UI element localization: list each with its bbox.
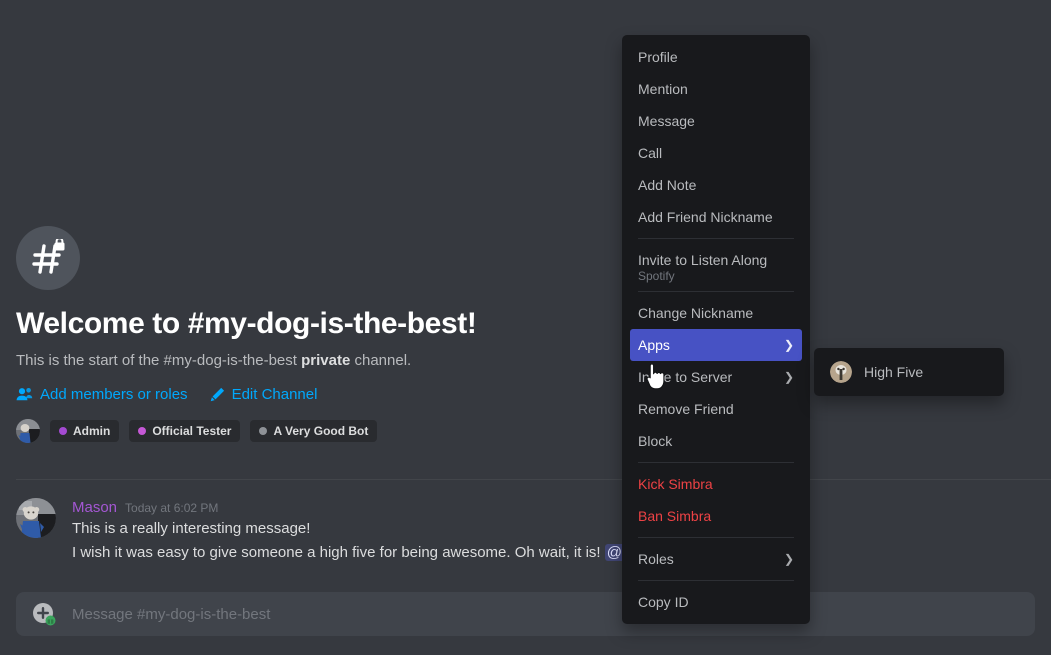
channel-intro-text: This is the start of the #my-dog-is-the-… xyxy=(16,351,636,371)
menu-item-message[interactable]: Message xyxy=(630,105,802,137)
channel-actions: Add members or roles Edit Channel xyxy=(16,386,636,403)
chevron-right-icon: ❯ xyxy=(783,552,794,566)
chevron-right-icon: ❯ xyxy=(783,338,794,352)
user-context-menu: Profile Mention Message Call Add Note Ad… xyxy=(622,35,810,624)
menu-item-change-nickname[interactable]: Change Nickname xyxy=(630,297,802,329)
message-body: Mason Today at 6:02 PM This is a really … xyxy=(72,498,634,564)
menu-item-label: Profile xyxy=(638,49,678,65)
pencil-icon xyxy=(210,387,225,402)
menu-item-label: Ban Simbra xyxy=(638,508,712,524)
menu-item-label: Block xyxy=(638,433,673,449)
menu-item-label: Invite to Listen Along xyxy=(638,251,768,268)
menu-separator xyxy=(638,537,794,538)
role-pill-admin[interactable]: Admin xyxy=(50,420,120,442)
message-item: Mason Today at 6:02 PM This is a really … xyxy=(16,498,656,564)
edit-channel-label: Edit Channel xyxy=(231,386,318,403)
add-members-label: Add members or roles xyxy=(40,386,188,403)
role-dot-icon xyxy=(138,427,147,435)
menu-item-label: Add Friend Nickname xyxy=(638,209,773,225)
add-members-icon xyxy=(16,386,33,403)
menu-item-label: Apps xyxy=(638,337,670,353)
menu-item-label: Change Nickname xyxy=(638,305,754,321)
role-label: Admin xyxy=(73,424,111,438)
role-label: Official Tester xyxy=(152,424,232,438)
menu-item-label: Kick Simbra xyxy=(638,476,713,492)
message-input-placeholder[interactable]: Message #my-dog-is-the-best xyxy=(72,606,270,623)
menu-item-kick[interactable]: Kick Simbra xyxy=(630,468,802,500)
menu-item-label: Invite to Server xyxy=(638,369,733,385)
menu-separator xyxy=(638,238,794,239)
role-dot-icon xyxy=(259,427,268,435)
app-avatar-icon xyxy=(830,361,852,383)
menu-item-sublabel: Spotify xyxy=(638,268,675,283)
menu-item-label: Copy ID xyxy=(638,594,689,610)
menu-item-ban[interactable]: Ban Simbra xyxy=(630,500,802,532)
menu-item-roles[interactable]: Roles ❯ xyxy=(630,543,802,575)
message-line-2: I wish it was easy to give someone a hig… xyxy=(72,542,634,564)
roles-row: Admin Official Tester A Very Good Bot xyxy=(16,419,636,443)
menu-item-apps[interactable]: Apps ❯ xyxy=(630,329,802,361)
message-composer[interactable]: Message #my-dog-is-the-best xyxy=(16,592,1035,636)
menu-item-invite-to-listen-along[interactable]: Invite to Listen Along Spotify xyxy=(630,244,802,286)
menu-item-copy-id[interactable]: Copy ID xyxy=(630,586,802,618)
message-timestamp: Today at 6:02 PM xyxy=(125,501,219,515)
menu-item-label: Remove Friend xyxy=(638,401,734,417)
menu-item-label: Roles xyxy=(638,551,674,567)
channel-intro: Welcome to #my-dog-is-the-best! This is … xyxy=(16,226,636,443)
menu-separator xyxy=(638,580,794,581)
message-divider xyxy=(16,479,1051,480)
avatar[interactable] xyxy=(16,498,56,538)
submenu-item-high-five[interactable]: High Five xyxy=(822,356,996,388)
edit-channel-button[interactable]: Edit Channel xyxy=(210,386,318,403)
intro-prefix: This is the start of the #my-dog-is-the-… xyxy=(16,352,302,369)
avatar[interactable] xyxy=(16,419,40,443)
discord-app-window: Welcome to #my-dog-is-the-best! This is … xyxy=(0,0,1051,655)
menu-item-label: Message xyxy=(638,113,695,129)
message-line-2-text: I wish it was easy to give someone a hig… xyxy=(72,544,605,561)
menu-item-profile[interactable]: Profile xyxy=(630,41,802,73)
hash-lock-icon xyxy=(16,226,80,290)
role-label: A Very Good Bot xyxy=(273,424,369,438)
menu-item-add-friend-nickname[interactable]: Add Friend Nickname xyxy=(630,201,802,233)
role-pill-official-tester[interactable]: Official Tester xyxy=(129,420,241,442)
menu-item-invite-to-server[interactable]: Invite to Server ❯ xyxy=(630,361,802,393)
menu-item-label: Add Note xyxy=(638,177,697,193)
menu-item-mention[interactable]: Mention xyxy=(630,73,802,105)
role-dot-icon xyxy=(59,427,67,435)
menu-item-block[interactable]: Block xyxy=(630,425,802,457)
menu-item-remove-friend[interactable]: Remove Friend xyxy=(630,393,802,425)
message-line-1: This is a really interesting message! xyxy=(72,520,311,537)
upload-plus-icon[interactable] xyxy=(32,602,56,626)
message-author[interactable]: Mason xyxy=(72,499,117,516)
submenu-item-label: High Five xyxy=(864,364,924,380)
menu-item-call[interactable]: Call xyxy=(630,137,802,169)
menu-item-label: Mention xyxy=(638,81,688,97)
menu-separator xyxy=(638,291,794,292)
intro-suffix: channel. xyxy=(350,352,412,369)
message-header: Mason Today at 6:02 PM xyxy=(72,499,634,516)
intro-private-word: private xyxy=(301,352,351,369)
menu-item-label: Call xyxy=(638,145,663,161)
apps-submenu: High Five xyxy=(814,348,1004,396)
menu-separator xyxy=(638,462,794,463)
add-members-or-roles-button[interactable]: Add members or roles xyxy=(16,386,188,403)
chevron-right-icon: ❯ xyxy=(783,370,794,384)
role-pill-a-very-good-bot[interactable]: A Very Good Bot xyxy=(250,420,378,442)
menu-item-add-note[interactable]: Add Note xyxy=(630,169,802,201)
page-title: Welcome to #my-dog-is-the-best! xyxy=(16,307,477,340)
